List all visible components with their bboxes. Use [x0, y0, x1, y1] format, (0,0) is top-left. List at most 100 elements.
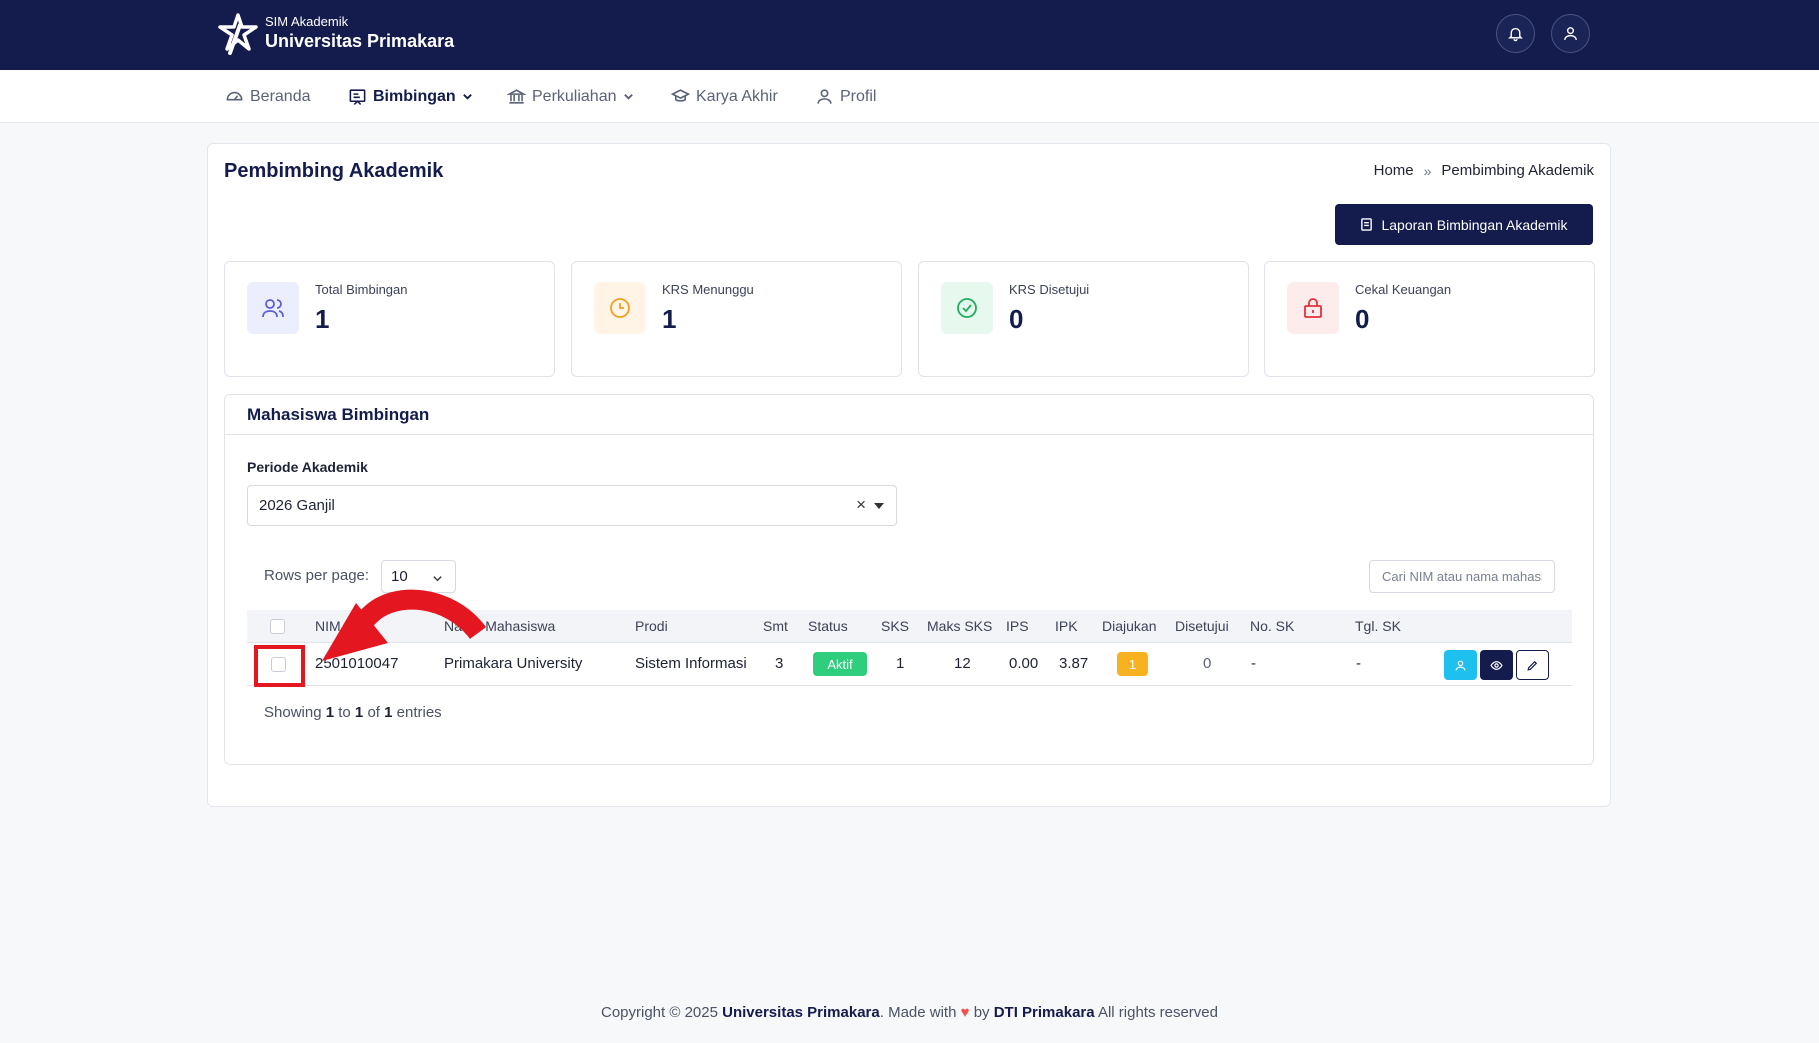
footer-team[interactable]: DTI Primakara [994, 1004, 1095, 1021]
user-icon [1455, 660, 1466, 670]
status-badge: Aktif [813, 652, 867, 676]
period-label: Periode Akademik [247, 459, 368, 475]
pencil-icon [1527, 660, 1538, 671]
stat-value: 0 [1355, 304, 1370, 334]
stat-label: KRS Disetujui [1009, 282, 1090, 297]
caret-down-icon[interactable] [874, 503, 884, 509]
col-disetujui[interactable]: Disetujui [1175, 618, 1229, 634]
report-button-label: Laporan Bimbingan Akademik [1381, 216, 1568, 233]
nav-perkuliahan[interactable]: Perkuliahan [507, 70, 634, 123]
col-prodi[interactable]: Prodi [635, 618, 668, 634]
user-icon [1564, 27, 1577, 40]
top-bar: SIM Akademik Universitas Primakara [0, 0, 1819, 70]
bank-icon [507, 89, 526, 104]
nav-bimbingan-label: Bimbingan [373, 87, 456, 105]
stat-cekal-keuangan: Cekal Keuangan 0 [1264, 261, 1595, 377]
select-all-checkbox[interactable] [270, 619, 285, 634]
main-nav: Beranda Bimbingan Perkuliahan Karya Akhi… [0, 70, 1819, 123]
cell-smt: 3 [775, 655, 784, 672]
chevron-down-icon [623, 94, 633, 100]
rows-per-page-label: Rows per page: [264, 567, 370, 584]
footer-org[interactable]: Universitas Primakara [722, 1004, 880, 1021]
heart-icon: ♥ [960, 1004, 970, 1021]
app-subtitle: SIM Akademik [265, 14, 349, 29]
breadcrumb-current: Pembimbing Akademik [1441, 162, 1594, 179]
footer-by: by [973, 1004, 990, 1021]
nav-beranda[interactable]: Beranda [225, 70, 311, 123]
stat-value: 1 [315, 304, 330, 334]
cell-no-sk: - [1251, 655, 1256, 672]
rows-per-page-value: 10 [391, 568, 408, 585]
col-diajukan[interactable]: Diajukan [1102, 618, 1156, 634]
footer: Copyright © 2025 Universitas Primakara. … [0, 1004, 1819, 1021]
edit-action-button[interactable] [1516, 650, 1549, 680]
col-no-sk[interactable]: No. SK [1250, 618, 1294, 634]
showing-of-word: of [367, 704, 380, 721]
report-button[interactable]: Laporan Bimbingan Akademik [1335, 204, 1593, 245]
cell-maks-sks: 12 [954, 655, 971, 672]
logo-icon[interactable] [218, 13, 258, 55]
page-title: Pembimbing Akademik [224, 160, 444, 182]
clear-icon[interactable]: × [856, 495, 866, 515]
showing-prefix: Showing [264, 704, 322, 721]
col-tgl-sk[interactable]: Tgl. SK [1355, 618, 1401, 634]
stat-total-bimbingan: Total Bimbingan 1 [224, 261, 555, 377]
stat-label: Cekal Keuangan [1355, 282, 1452, 297]
col-status[interactable]: Status [808, 618, 848, 634]
lock-icon [1287, 282, 1339, 334]
nav-bimbingan[interactable]: Bimbingan [348, 70, 473, 123]
col-ipk[interactable]: IPK [1055, 618, 1078, 634]
cell-ips: 0.00 [1009, 655, 1039, 672]
nav-beranda-label: Beranda [250, 87, 311, 105]
col-sks[interactable]: SKS [881, 618, 909, 634]
showing-to: 1 [354, 704, 364, 721]
col-maks-sks[interactable]: Maks SKS [927, 618, 992, 634]
graduation-cap-icon [671, 89, 690, 102]
showing-entries: Showing 1 to 1 of 1 entries [264, 704, 442, 721]
nav-profil[interactable]: Profil [815, 70, 876, 123]
eye-icon [1490, 660, 1503, 670]
profile-action-button[interactable] [1444, 650, 1477, 680]
cell-disetujui: 0 [1203, 655, 1212, 672]
user-icon [817, 89, 832, 104]
check-circle-icon [941, 282, 993, 334]
users-icon [247, 282, 299, 334]
cell-tgl-sk: - [1356, 655, 1361, 672]
stat-label: Total Bimbingan [315, 282, 408, 297]
nav-karya-akhir[interactable]: Karya Akhir [671, 70, 778, 123]
stat-label: KRS Menunggu [662, 282, 754, 297]
user-menu-button[interactable] [1551, 14, 1590, 53]
showing-total: 1 [384, 704, 393, 721]
period-value: 2026 Ganjil [259, 497, 335, 514]
stat-krs-menunggu: KRS Menunggu 1 [571, 261, 902, 377]
cell-prodi: Sistem Informasi [635, 655, 747, 672]
card-title: Mahasiswa Bimbingan [247, 405, 430, 424]
nav-profil-label: Profil [840, 87, 877, 105]
view-action-button[interactable] [1480, 650, 1513, 680]
footer-made: . Made with [879, 1004, 957, 1021]
footer-suffix: All rights reserved [1097, 1004, 1218, 1021]
dashboard-icon [226, 91, 243, 101]
period-select[interactable]: 2026 Ganjil × [247, 485, 897, 526]
board-icon [349, 89, 366, 105]
notification-button[interactable] [1496, 14, 1535, 53]
col-ips[interactable]: IPS [1006, 618, 1029, 634]
stat-krs-disetujui: KRS Disetujui 0 [918, 261, 1249, 377]
diajukan-badge: 1 [1117, 652, 1148, 676]
showing-from: 1 [325, 704, 335, 721]
breadcrumb-home[interactable]: Home [1374, 162, 1414, 179]
bell-icon [1508, 27, 1523, 42]
annotation-highlight-box [254, 645, 305, 687]
breadcrumb: Home » Pembimbing Akademik [1374, 162, 1594, 179]
search-input[interactable] [1369, 560, 1555, 593]
cell-ipk: 3.87 [1059, 655, 1089, 672]
nav-perkuliahan-label: Perkuliahan [532, 87, 617, 105]
app-title: Universitas Primakara [265, 31, 455, 51]
breadcrumb-separator: » [1423, 162, 1432, 179]
showing-to-word: to [338, 704, 351, 721]
col-smt[interactable]: Smt [763, 618, 788, 634]
document-icon [1361, 218, 1373, 231]
stat-value: 1 [662, 304, 677, 334]
clock-icon [594, 282, 646, 334]
chevron-down-icon [433, 576, 442, 582]
